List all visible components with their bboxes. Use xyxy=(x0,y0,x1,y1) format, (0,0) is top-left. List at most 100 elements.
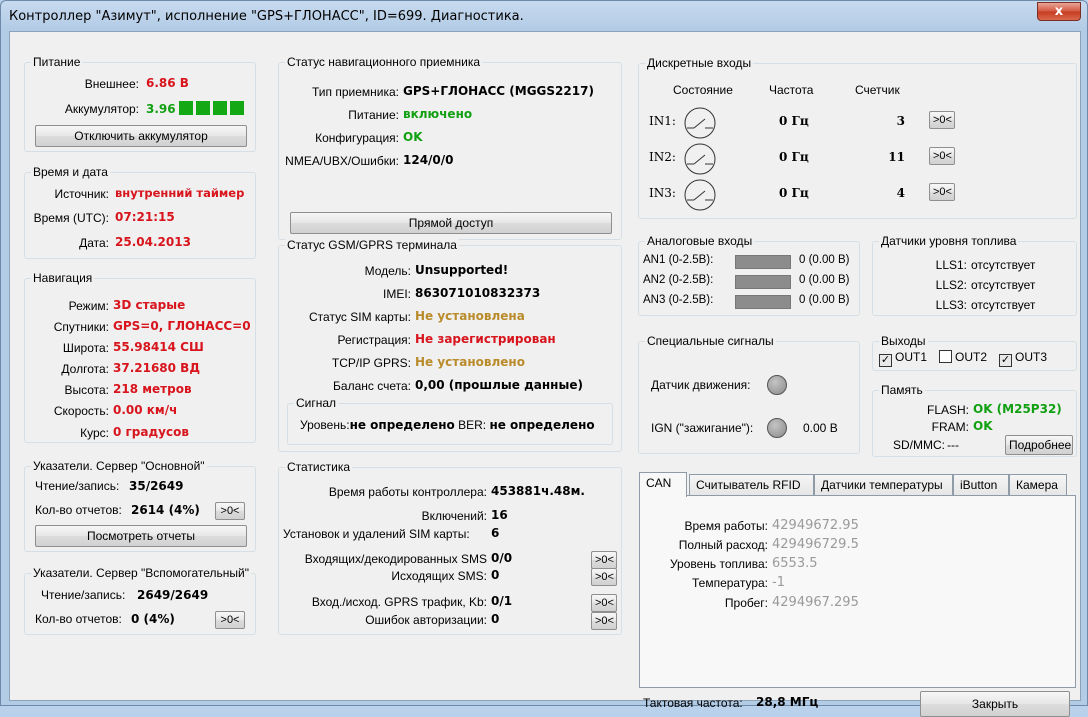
power-group: Питание Внешнее: 6.86 В Аккумулятор: 3.9… xyxy=(24,55,256,152)
sim-status-label: Статус SIM карты: xyxy=(309,310,411,324)
close-dialog-button[interactable]: Закрыть xyxy=(920,691,1070,717)
nmea-label: NMEA/UBX/Ошибки: xyxy=(285,154,399,168)
discrete-input-reset-button[interactable]: >0< xyxy=(929,147,955,165)
fram-label: FRAM: xyxy=(931,420,969,434)
fuel-sensors-title: Датчики уровня топлива xyxy=(879,234,1019,248)
server-aux-reset-button[interactable]: >0< xyxy=(215,611,245,629)
server-main-rw-label: Чтение/запись: xyxy=(35,479,120,493)
gprs-traffic-label: Вход./исход. GPRS трафик, Kb: xyxy=(311,595,487,609)
ignition-voltage-value: 0.00 В xyxy=(803,421,838,435)
can-tab-panel: Время работы: 42949672.95 Полный расход:… xyxy=(639,495,1076,688)
power-group-title: Питание xyxy=(31,55,83,69)
ignition-led-icon xyxy=(767,418,787,438)
output-out3-checkbox[interactable]: ✓ OUT3 xyxy=(999,350,1047,367)
sensor-tabs: CAN Считыватель RFID Датчики температуры… xyxy=(639,472,1076,497)
balance-label: Баланс счета: xyxy=(333,379,411,393)
disconnect-battery-button[interactable]: Отключить аккумулятор xyxy=(35,125,247,147)
tab-temperature[interactable]: Датчики температуры xyxy=(814,474,953,496)
sd-mmc-value: --- xyxy=(947,438,959,452)
fuel-sensor-name: LLS2: xyxy=(935,278,967,292)
tab-camera[interactable]: Камера xyxy=(1009,474,1067,496)
discrete-inputs-group: Дискретные входы Состояние Частота Счетч… xyxy=(638,56,1077,219)
flash-value: OK (M25P32) xyxy=(973,402,1062,416)
memory-details-button[interactable]: Подробнее xyxy=(1005,435,1073,455)
battery-label: Аккумулятор: xyxy=(64,102,139,116)
signal-level: Уровень:не определено BER: не определено xyxy=(300,418,595,432)
analog-input-level-bar xyxy=(735,295,791,309)
altitude-label: Высота: xyxy=(64,383,109,397)
analog-inputs-group: Аналоговые входы AN1 (0-2.5В): 0 (0.00 В)… xyxy=(638,234,860,316)
server-main-rw-value: 35/2649 xyxy=(129,479,184,493)
switch-open-icon xyxy=(684,179,716,211)
gprs-reset-button[interactable]: >0< xyxy=(591,594,617,612)
fuel-sensor-name: LLS1: xyxy=(935,258,967,272)
outputs-row: ✓ OUT1 OUT2 ✓ OUT3 xyxy=(879,350,1047,367)
fuel-sensor-value: отсутствует xyxy=(971,278,1036,292)
tcp-gprs-label: TCP/IP GPRS: xyxy=(331,356,411,370)
col-state-header: Состояние xyxy=(673,83,733,97)
analog-input-name: AN1 (0-2.5В): xyxy=(643,254,714,266)
fuel-sensor-name: LLS3: xyxy=(935,298,967,312)
analog-input-level-bar xyxy=(735,275,791,289)
imei-value: 863071010832373 xyxy=(415,286,541,300)
discrete-input-frequency: 0 Гц xyxy=(779,114,809,128)
sms-in-reset-button[interactable]: >0< xyxy=(591,551,617,569)
output-label: OUT1 xyxy=(895,350,928,364)
discrete-inputs-title: Дискретные входы xyxy=(645,56,754,70)
server-aux-rw-value: 2649/2649 xyxy=(137,588,209,602)
tcp-gprs-value: Не установлено xyxy=(415,355,525,369)
receiver-type-value: GPS+ГЛОНАСС (MGGS2217) xyxy=(403,84,594,98)
special-signals-title: Специальные сигналы xyxy=(645,334,776,348)
satellites-label: Спутники: xyxy=(53,320,109,334)
output-out2-checkbox[interactable]: OUT2 xyxy=(939,350,987,364)
checkbox-icon: ✓ xyxy=(879,354,892,367)
tab-can[interactable]: CAN xyxy=(639,472,687,497)
nav-receiver-group: Статус навигационного приемника Тип прие… xyxy=(278,55,622,240)
discrete-input-reset-button[interactable]: >0< xyxy=(929,111,955,129)
outputs-group: Выходы ✓ OUT1 OUT2 ✓ OUT3 xyxy=(872,334,1077,371)
longitude-value: 37.21680 ВД xyxy=(113,361,201,375)
discrete-input-counter: 11 xyxy=(888,150,905,164)
receiver-type-label: Тип приемника: xyxy=(312,85,399,99)
analog-inputs-title: Аналоговые входы xyxy=(645,234,755,248)
registration-label: Регистрация: xyxy=(337,333,411,347)
time-source-value: внутренний таймер xyxy=(115,186,245,200)
speed-value: 0.00 км/ч xyxy=(113,403,178,417)
close-window-button[interactable]: x xyxy=(1037,2,1081,21)
server-main-group: Указатели. Сервер "Основной" Чтение/запи… xyxy=(24,459,256,552)
output-label: OUT3 xyxy=(1015,350,1048,364)
battery-level-block-icon xyxy=(229,101,244,115)
auth-errors-value: 0 xyxy=(491,612,500,626)
datetime-group-title: Время и дата xyxy=(31,165,110,179)
col-counter-header: Счетчик xyxy=(855,83,900,97)
can-fuel-label: Уровень топлива: xyxy=(669,557,768,571)
tab-ibutton[interactable]: iButton xyxy=(953,474,1009,496)
sms-in-value: 0/0 xyxy=(491,551,513,565)
direct-access-button[interactable]: Прямой доступ xyxy=(290,212,612,234)
balance-value: 0,00 (прошлые данные) xyxy=(415,378,583,392)
ignition-label: IGN ("зажигание"): xyxy=(651,421,754,435)
analog-input-name: AN3 (0-2.5В): xyxy=(643,294,714,306)
checkbox-icon xyxy=(939,350,953,363)
fuel-sensors-group: Датчики уровня топлива LLS1: отсутствует L… xyxy=(872,234,1077,316)
discrete-input-reset-button[interactable]: >0< xyxy=(929,183,955,201)
view-reports-button[interactable]: Посмотреть отчеты xyxy=(35,525,247,547)
checkbox-icon: ✓ xyxy=(999,354,1013,367)
navigation-group-title: Навигация xyxy=(31,271,95,285)
datetime-group: Время и дата Источник: внутренний таймер… xyxy=(24,165,256,259)
can-uptime-value: 42949672.95 xyxy=(772,518,859,533)
output-out1-checkbox[interactable]: ✓ OUT1 xyxy=(879,350,927,367)
signal-group-title: Сигнал xyxy=(294,396,339,410)
can-consumption-label: Полный расход: xyxy=(678,538,768,552)
title-bar[interactable]: Контроллер "Азимут", исполнение "GPS+ГЛО… xyxy=(1,1,1087,31)
auth-errors-reset-button[interactable]: >0< xyxy=(591,612,617,630)
auth-errors-label: Ошибок авторизации: xyxy=(365,613,487,627)
col-freq-header: Частота xyxy=(769,83,814,97)
latitude-label: Широта: xyxy=(62,341,109,355)
special-signals-group: Специальные сигналы Датчик движения: IGN… xyxy=(638,334,860,454)
server-main-reset-button[interactable]: >0< xyxy=(215,502,245,520)
sms-out-reset-button[interactable]: >0< xyxy=(591,568,617,586)
can-temp-value: -1 xyxy=(772,575,785,590)
memory-title: Память xyxy=(879,383,925,397)
tab-rfid[interactable]: Считыватель RFID xyxy=(689,474,814,496)
